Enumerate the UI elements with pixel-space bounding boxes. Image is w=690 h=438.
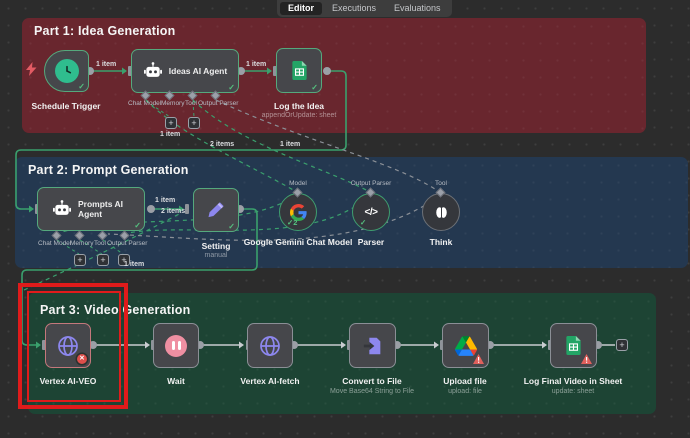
warning-badge-icon — [473, 354, 484, 364]
success-check-icon: ✓ — [134, 221, 141, 230]
clock-icon — [55, 59, 79, 83]
error-badge-icon: ✕ — [77, 354, 87, 364]
globe-icon — [56, 334, 80, 358]
edge-label: 1 item — [160, 131, 180, 138]
log-the-idea-label: Log the Idea — [249, 101, 349, 112]
node-think[interactable] — [422, 193, 460, 231]
log-final-video-subtitle: update: sheet — [523, 388, 623, 395]
code-icon: </> — [365, 207, 378, 218]
convert-to-file-label: Convert to File — [322, 376, 422, 387]
upload-file-subtitle: upload: file — [415, 388, 515, 395]
success-check-icon: ✓ — [311, 83, 318, 92]
upload-file-label: Upload file — [415, 376, 515, 387]
node-convert-to-file[interactable] — [349, 323, 396, 368]
edge-label: 1 item — [96, 61, 116, 68]
port-label: Tool — [426, 180, 456, 187]
schedule-trigger-label: Schedule Trigger — [16, 101, 116, 112]
add-subnode-button[interactable]: + — [165, 117, 177, 129]
pause-icon — [165, 335, 187, 357]
ideas-ai-agent-label: Ideas AI Agent — [169, 66, 227, 76]
robot-icon — [143, 61, 163, 81]
edge-label: 1 item — [155, 197, 175, 204]
google-drive-icon — [455, 336, 477, 356]
google-sheets-icon — [564, 335, 583, 356]
node-vertex-ai-fetch[interactable] — [247, 323, 293, 368]
node-setting[interactable]: ✓ — [193, 188, 239, 232]
warning-badge-icon — [581, 354, 592, 364]
add-subnode-button[interactable]: + — [97, 254, 109, 266]
node-parser[interactable]: </> ✓ — [352, 193, 390, 231]
node-upload-file[interactable] — [442, 323, 489, 368]
port-label: Memory — [161, 100, 184, 107]
node-schedule-trigger[interactable]: ✓ — [44, 50, 89, 92]
success-check-icon: ✓ — [228, 222, 235, 231]
part2-title: Part 2: Prompt Generation — [28, 163, 189, 177]
node-google-gemini-chat-model[interactable]: ✓2 — [279, 193, 317, 231]
view-tabbar: Editor Executions Evaluations — [277, 0, 452, 17]
port-label: Tool — [185, 100, 197, 107]
log-the-idea-subtitle: appendOrUpdate: sheet — [239, 112, 359, 119]
success-check-icon: ✓ — [360, 218, 366, 227]
tab-executions[interactable]: Executions — [324, 2, 384, 15]
port-label: Chat Model — [38, 240, 71, 247]
robot-icon — [52, 199, 72, 219]
edge-label: 1 item — [124, 261, 144, 268]
convert-to-file-subtitle: Move Base64 String to File — [312, 388, 432, 395]
edge-label: 1 item — [246, 61, 266, 68]
edge-label: 2 items — [161, 208, 185, 215]
success-check-icon: ✓2 — [287, 218, 297, 227]
edge-label: 1 item — [280, 141, 300, 148]
part1-title: Part 1: Idea Generation — [34, 24, 175, 38]
success-check-icon: ✓ — [228, 83, 235, 92]
success-check-icon: ✓ — [78, 82, 85, 91]
part3-title: Part 3: Video Generation — [40, 303, 190, 317]
edge-label: 2 items — [210, 141, 234, 148]
prompts-ai-agent-label: Prompts AI Agent — [78, 199, 130, 219]
port-label: Output Parser — [341, 180, 401, 187]
pencil-icon — [205, 199, 227, 221]
brain-icon — [433, 204, 450, 221]
node-vertex-ai-veo[interactable]: ✕ — [45, 323, 91, 368]
port-label: Output Parser — [107, 240, 147, 247]
lightning-icon — [26, 62, 37, 81]
tab-evaluations[interactable]: Evaluations — [386, 2, 449, 15]
log-final-video-label: Log Final Video in Sheet — [513, 376, 633, 387]
file-import-icon — [362, 335, 384, 357]
node-prompts-ai-agent[interactable]: Prompts AI Agent ✓ — [37, 187, 145, 231]
globe-icon — [258, 334, 282, 358]
parser-label: Parser — [331, 237, 411, 248]
port-label: Chat Model — [128, 100, 161, 107]
setting-subtitle: manual — [176, 252, 256, 259]
node-wait[interactable] — [153, 323, 199, 368]
node-log-final-video-in-sheet[interactable] — [550, 323, 597, 368]
add-subnode-button[interactable]: + — [74, 254, 86, 266]
google-sheets-icon — [290, 60, 309, 81]
tab-editor[interactable]: Editor — [280, 2, 322, 15]
port-label: Tool — [94, 240, 106, 247]
add-subnode-button[interactable]: + — [188, 117, 200, 129]
node-ideas-ai-agent[interactable]: Ideas AI Agent ✓ — [131, 49, 239, 93]
port-label: Output Parser — [198, 100, 238, 107]
port-label: Memory — [70, 240, 93, 247]
node-log-the-idea[interactable]: ✓ — [276, 48, 322, 93]
vertex-ai-veo-label: Vertex AI-VEO — [18, 376, 118, 387]
vertex-ai-fetch-label: Vertex AI-fetch — [220, 376, 320, 387]
add-node-button[interactable]: + — [616, 339, 628, 351]
think-label: Think — [401, 237, 481, 248]
port-label: Model — [283, 180, 313, 187]
wait-label: Wait — [136, 376, 216, 387]
